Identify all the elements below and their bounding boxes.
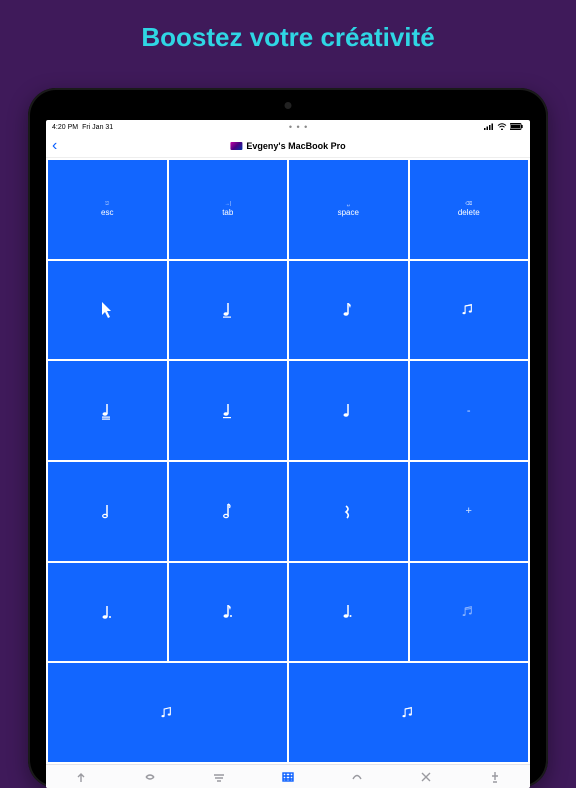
key-note-9[interactable] [48,563,167,662]
key-pointer[interactable] [48,261,167,360]
music-rest-icon [341,502,355,520]
key-grid: ⎋ esc →| tab ␣ space ⌫ delete [46,158,530,764]
music-beam-icon [402,704,416,722]
key-beam-1[interactable] [48,663,287,762]
multitask-dots: • • • [289,122,308,132]
toolbar-item-1[interactable] [73,769,89,785]
status-bar: 4:20 PM Fri Jan 31 • • • [46,120,530,134]
music-beam-icon [161,704,175,722]
music-note-icon [221,502,235,520]
key-beam-2[interactable] [289,663,528,762]
tablet-frame: 4:20 PM Fri Jan 31 • • • ‹ Evgeny's M [28,88,548,788]
key-note-4[interactable] [48,361,167,460]
key-esc[interactable]: ⎋ esc [48,160,167,259]
nav-title-label: Evgeny's MacBook Pro [246,141,345,151]
toolbar-item-6[interactable] [418,769,434,785]
marketing-headline: Boostez votre créativité [0,0,576,53]
key-note-7[interactable] [48,462,167,561]
status-time: 4:20 PM [52,124,78,131]
toolbar-item-4[interactable] [280,769,296,785]
key-note-2[interactable] [289,261,408,360]
music-beam-icon [462,603,476,621]
nav-bar: ‹ Evgeny's MacBook Pro [46,134,530,158]
music-note-icon [221,301,235,319]
screen: 4:20 PM Fri Jan 31 • • • ‹ Evgeny's M [46,120,530,788]
toolbar-item-3[interactable] [211,769,227,785]
dash-icon: - [467,405,471,417]
status-date: Fri Jan 31 [82,124,113,131]
nav-title: Evgeny's MacBook Pro [230,141,345,151]
music-note-icon [100,603,114,621]
toolbar-item-2[interactable] [142,769,158,785]
key-note-10[interactable] [169,563,288,662]
key-dash[interactable]: - [410,361,529,460]
key-note-3[interactable] [410,261,529,360]
key-note-1[interactable] [169,261,288,360]
device-icon [230,142,242,150]
key-note-5[interactable] [169,361,288,460]
music-note-icon [341,603,355,621]
key-note-12[interactable] [410,563,529,662]
key-note-11[interactable] [289,563,408,662]
music-note-icon [221,402,235,420]
wifi-icon [497,123,507,132]
music-note-icon [341,301,355,319]
key-space[interactable]: ␣ space [289,160,408,259]
key-tab[interactable]: →| tab [169,160,288,259]
key-plus[interactable]: + [410,462,529,561]
music-beam-icon [462,301,476,319]
back-button[interactable]: ‹ [52,137,57,155]
key-note-6[interactable] [289,361,408,460]
battery-icon [510,123,524,132]
key-delete[interactable]: ⌫ delete [410,160,529,259]
signal-icon [484,123,494,132]
key-note-8[interactable] [169,462,288,561]
key-rest-1[interactable] [289,462,408,561]
toolbar-item-7[interactable] [487,769,503,785]
music-note-icon [341,402,355,420]
music-note-icon [100,502,114,520]
toolbar-item-5[interactable] [349,769,365,785]
music-note-icon [221,603,235,621]
music-note-icon [100,402,114,420]
pointer-icon [100,301,114,319]
plus-icon: + [466,505,472,517]
